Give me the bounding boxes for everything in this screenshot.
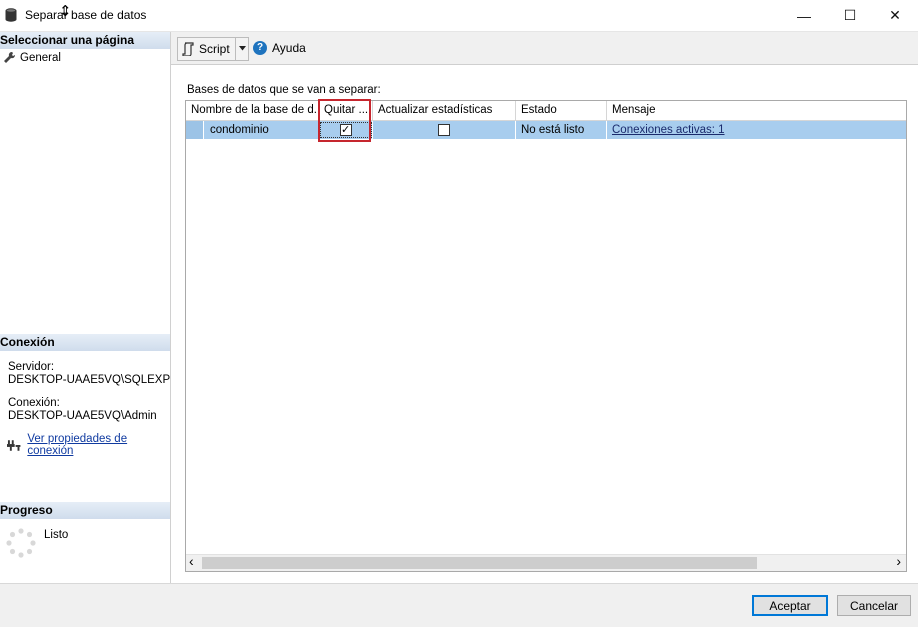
column-header-name[interactable]: Nombre de la base de d... (186, 101, 319, 120)
column-header-message[interactable]: Mensaje (607, 101, 906, 120)
scroll-left-icon[interactable]: ‹ (189, 553, 194, 569)
title-bar: Separar base de datos ⇕ — ☐ ✕ (0, 0, 918, 32)
view-connection-properties[interactable]: Ver propiedades de conexión (7, 433, 170, 457)
connection-header: Conexión (0, 334, 170, 351)
cell-message: Conexiones activas: 1 (607, 121, 906, 139)
page-item-general[interactable]: General (3, 51, 61, 64)
page-item-label: General (20, 51, 61, 64)
minimize-icon: — (797, 7, 811, 24)
window-title: Separar base de datos (25, 8, 147, 22)
maximize-icon: ☐ (843, 7, 857, 23)
connection-label: Conexión: (8, 397, 60, 409)
resize-cursor-icon: ⇕ (59, 3, 72, 20)
scroll-right-icon[interactable]: › (896, 553, 901, 569)
help-button[interactable]: ? Ayuda (253, 37, 306, 59)
progress-status: Listo (44, 529, 69, 541)
minimize-button[interactable]: — (781, 0, 827, 31)
progress-header: Progreso (0, 502, 170, 519)
content-panel: Bases de datos que se van a separar: Nom… (171, 65, 918, 583)
toolbar: Script ? Ayuda (171, 32, 918, 65)
table-row[interactable]: condominio ✓ No está listo Conexiones ac… (186, 121, 906, 139)
left-panel: Seleccionar una página General Conexión … (0, 32, 171, 583)
help-label: Ayuda (272, 41, 306, 55)
main-area: Script ? Ayuda Bases de datos que se van… (171, 32, 918, 583)
connection-value: DESKTOP-UAAE5VQ\Admin (8, 410, 157, 422)
maximize-button[interactable]: ☐ (827, 0, 873, 31)
script-label: Script (199, 42, 230, 56)
scrollbar-thumb[interactable] (202, 557, 757, 569)
cancel-button[interactable]: Cancelar (837, 595, 911, 616)
server-value: DESKTOP-UAAE5VQ\SQLEXPRE (8, 374, 170, 386)
cell-name: condominio (204, 121, 319, 139)
column-header-update-stats[interactable]: Actualizar estadísticas (373, 101, 516, 120)
wrench-icon (4, 51, 16, 63)
column-header-status[interactable]: Estado (516, 101, 607, 120)
cell-status: No está listo (516, 121, 607, 139)
row-selector[interactable] (186, 121, 204, 139)
script-button[interactable]: Script (177, 37, 249, 61)
cell-update-statistics[interactable] (373, 121, 516, 139)
bottom-bar: Aceptar Cancelar (0, 583, 918, 627)
databases-grid: Nombre de la base de d... Quitar ... Act… (185, 100, 907, 572)
plug-icon (7, 439, 21, 451)
view-connection-properties-link[interactable]: Ver propiedades de conexión (27, 433, 170, 457)
progress-spinner-icon (6, 528, 36, 558)
grid-caption: Bases de datos que se van a separar: (187, 84, 381, 96)
server-label: Servidor: (8, 361, 55, 373)
chevron-down-icon[interactable] (239, 46, 246, 51)
database-icon (5, 8, 17, 22)
highlight-drop-column (318, 99, 371, 142)
close-button[interactable]: ✕ (872, 0, 918, 31)
script-icon (182, 42, 194, 56)
active-connections-link[interactable]: Conexiones activas: 1 (612, 124, 725, 136)
select-page-header: Seleccionar una página (0, 32, 170, 49)
close-icon: ✕ (889, 7, 901, 23)
update-statistics-checkbox[interactable] (438, 124, 450, 136)
grid-header: Nombre de la base de d... Quitar ... Act… (186, 101, 906, 121)
ok-button[interactable]: Aceptar (752, 595, 828, 616)
horizontal-scrollbar[interactable]: ‹ › (186, 553, 906, 571)
script-split-divider (235, 38, 236, 60)
help-icon: ? (253, 41, 267, 55)
